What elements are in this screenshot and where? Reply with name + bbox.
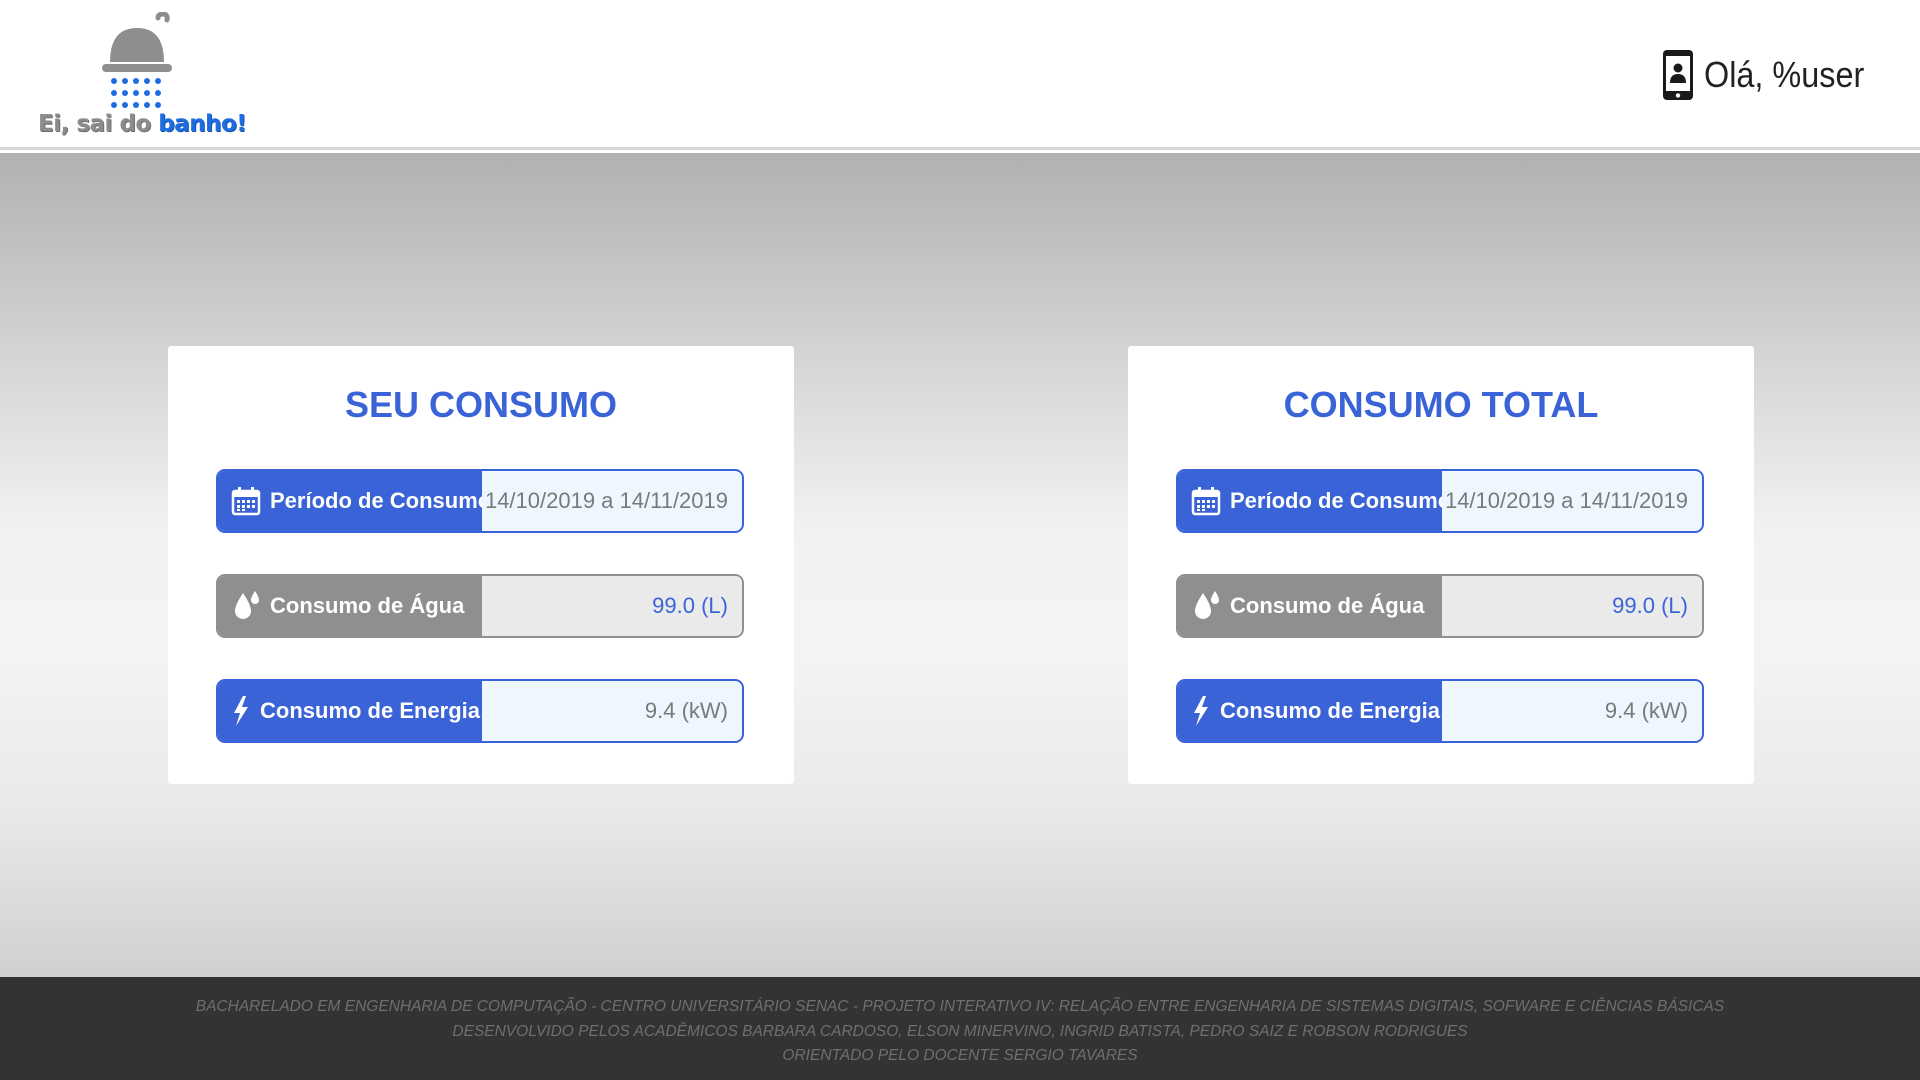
logo-text-highlight: banho! <box>158 111 247 137</box>
row-label-text: Consumo de Água <box>270 593 465 618</box>
logo-text-prefix: Ei, sai do <box>38 111 159 137</box>
water-drop-icon <box>1190 590 1222 622</box>
user-greeting[interactable]: Olá, %user <box>1662 48 1882 102</box>
consumo-agua-row: Consumo de Água 99.0 (L) <box>216 574 744 638</box>
footer-line-advisor: ORIENTADO PELO DOCENTE SERGIO TAVARES <box>782 1047 1138 1064</box>
row-value: 9.4 (kW) <box>482 681 742 741</box>
mobile-user-icon <box>1662 50 1693 100</box>
calendar-icon <box>230 485 262 517</box>
footer-line-course: BACHARELADO EM ENGENHARIA DE COMPUTAÇÃO … <box>195 998 1725 1015</box>
footer: BACHARELADO EM ENGENHARIA DE COMPUTAÇÃO … <box>0 977 1920 1080</box>
row-value: 14/10/2019 a 14/11/2019 <box>1442 471 1702 531</box>
card-title: SEU CONSUMO <box>344 384 618 425</box>
row-value: 14/10/2019 a 14/11/2019 <box>482 471 742 531</box>
shower-icon <box>102 11 172 108</box>
row-label-text: Consumo de Energia <box>1220 698 1441 723</box>
row-label: Consumo de Energia <box>218 681 482 741</box>
lightning-icon <box>230 695 252 727</box>
seu-consumo-card: SEU CONSUMO Período de Consumo 14/10/201… <box>168 346 794 784</box>
row-label: Consumo de Água <box>1178 576 1442 636</box>
water-drop-icon <box>230 590 262 622</box>
lightning-icon <box>1190 695 1212 727</box>
consumo-energia-row: Consumo de Energia 9.4 (kW) <box>1176 679 1704 743</box>
consumo-agua-row: Consumo de Água 99.0 (L) <box>1176 574 1704 638</box>
periodo-consumo-row: Período de Consumo 14/10/2019 a 14/11/20… <box>216 469 744 533</box>
row-label: Período de Consumo <box>218 471 491 531</box>
consumo-energia-row: Consumo de Energia 9.4 (kW) <box>216 679 744 743</box>
row-label-text: Período de Consumo <box>270 488 492 513</box>
row-value: 99.0 (L) <box>1442 576 1702 636</box>
row-value: 9.4 (kW) <box>1442 681 1702 741</box>
row-label-text: Consumo de Água <box>1230 593 1425 618</box>
row-value: 99.0 (L) <box>482 576 742 636</box>
periodo-consumo-row: Período de Consumo 14/10/2019 a 14/11/20… <box>1176 469 1704 533</box>
row-label: Período de Consumo <box>1178 471 1451 531</box>
row-label: Consumo de Água <box>218 576 482 636</box>
calendar-icon <box>1190 485 1222 517</box>
footer-line-authors: DESENVOLVIDO PELOS ACADÊMICOS BARBARA CA… <box>452 1022 1468 1040</box>
logo-text: Ei, sai do banho! <box>38 111 247 137</box>
row-label-text: Consumo de Energia <box>260 698 481 723</box>
greeting-text: Olá, %user <box>1703 54 1865 95</box>
row-label: Consumo de Energia <box>1178 681 1442 741</box>
card-title: CONSUMO TOTAL <box>1283 384 1599 425</box>
header: Ei, sai do banho! Olá, %user <box>0 0 1920 150</box>
consumo-total-card: CONSUMO TOTAL Período de Consumo 14/10/2… <box>1128 346 1754 784</box>
row-label-text: Período de Consumo <box>1230 488 1452 513</box>
